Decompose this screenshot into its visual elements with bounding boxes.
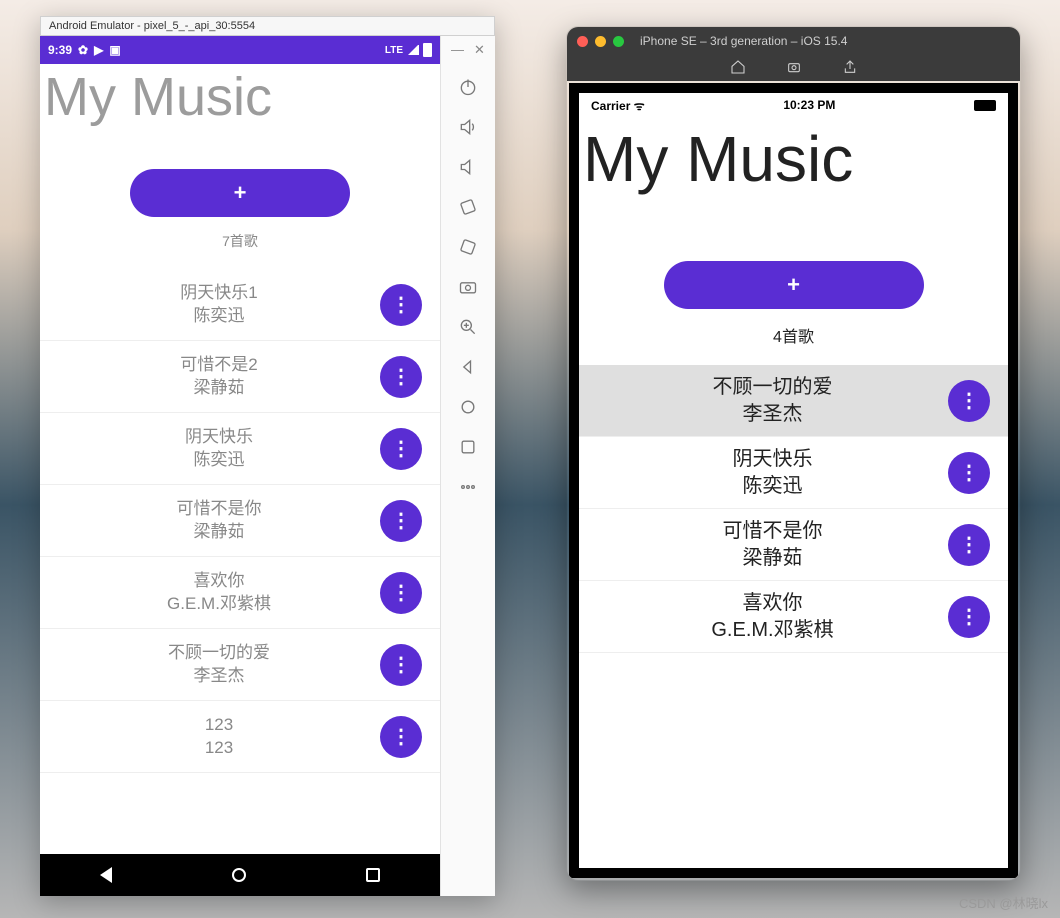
- song-list: 不顾一切的爱李圣杰⋮阴天快乐陈奕迅⋮可惜不是你梁静茹⋮喜欢你G.E.M.邓紫棋⋮: [579, 365, 1008, 868]
- battery-icon: [423, 43, 432, 57]
- song-count-label: 4首歌: [579, 323, 1008, 347]
- song-row[interactable]: 可惜不是你梁静茹⋮: [579, 509, 1008, 581]
- ios-window-titlebar[interactable]: iPhone SE – 3rd generation – iOS 15.4: [567, 27, 1020, 55]
- add-song-button[interactable]: +: [130, 169, 350, 217]
- wifi-icon: ᯤ: [634, 99, 645, 113]
- ios-toolbar: [567, 55, 1020, 81]
- more-icon[interactable]: [447, 468, 489, 506]
- song-row[interactable]: 阴天快乐陈奕迅⋮: [579, 437, 1008, 509]
- song-text: 阴天快乐陈奕迅: [58, 426, 380, 472]
- page-title: My Music: [579, 117, 1008, 191]
- gear-icon: ✿: [78, 43, 88, 57]
- song-text: 可惜不是你梁静茹: [58, 498, 380, 544]
- ios-window-title: iPhone SE – 3rd generation – iOS 15.4: [640, 34, 847, 48]
- android-status-bar: 9:39 ✿ ▶ ▣ LTE: [40, 36, 440, 64]
- traffic-lights[interactable]: [577, 36, 624, 47]
- android-window-title: Android Emulator - pixel_5_-_api_30:5554: [49, 20, 255, 32]
- plus-icon: +: [787, 272, 800, 298]
- close-icon[interactable]: [577, 36, 588, 47]
- status-time: 9:39: [48, 43, 72, 57]
- shield-icon: ▶: [94, 43, 103, 57]
- android-window-titlebar[interactable]: Android Emulator - pixel_5_-_api_30:5554: [40, 16, 495, 36]
- song-text: 不顾一切的爱李圣杰: [58, 642, 380, 688]
- watermark: CSDN @林晓lx: [959, 893, 1048, 912]
- volume-down-icon[interactable]: [447, 148, 489, 186]
- home-icon[interactable]: [730, 59, 746, 78]
- song-row[interactable]: 喜欢你G.E.M.邓紫棋⋮: [579, 581, 1008, 653]
- rotate-right-icon[interactable]: [447, 228, 489, 266]
- maximize-icon[interactable]: [613, 36, 624, 47]
- rotate-left-icon[interactable]: [447, 188, 489, 226]
- volume-up-icon[interactable]: [447, 108, 489, 146]
- window-minimize-button[interactable]: —: [451, 42, 464, 58]
- song-row[interactable]: 不顾一切的爱李圣杰⋮: [40, 629, 440, 701]
- song-list: 阴天快乐1陈奕迅⋮可惜不是2梁静茹⋮阴天快乐陈奕迅⋮可惜不是你梁静茹⋮喜欢你G.…: [40, 269, 440, 854]
- camera-icon[interactable]: [447, 268, 489, 306]
- song-row[interactable]: 123123⋮: [40, 701, 440, 773]
- song-more-button[interactable]: ⋮: [380, 716, 422, 758]
- song-text: 阴天快乐1陈奕迅: [58, 282, 380, 328]
- song-more-button[interactable]: ⋮: [948, 524, 990, 566]
- zoom-in-icon[interactable]: [447, 308, 489, 346]
- song-text: 阴天快乐陈奕迅: [597, 446, 948, 500]
- song-text: 可惜不是2梁静茹: [58, 354, 380, 400]
- page-title: My Music: [40, 64, 440, 124]
- android-phone-frame: 9:39 ✿ ▶ ▣ LTE My Music + 7首: [40, 36, 440, 896]
- song-more-button[interactable]: ⋮: [380, 572, 422, 614]
- share-icon[interactable]: [842, 59, 858, 78]
- song-more-button[interactable]: ⋮: [380, 428, 422, 470]
- nav-recent-button[interactable]: [366, 868, 380, 882]
- song-more-button[interactable]: ⋮: [380, 356, 422, 398]
- signal-icon: [407, 45, 419, 55]
- minimize-icon[interactable]: [595, 36, 606, 47]
- song-row[interactable]: 喜欢你G.E.M.邓紫棋⋮: [40, 557, 440, 629]
- plus-icon: +: [234, 180, 247, 206]
- status-time: 10:23 PM: [645, 98, 974, 112]
- window-close-button[interactable]: ✕: [474, 42, 485, 58]
- song-row[interactable]: 可惜不是你梁静茹⋮: [40, 485, 440, 557]
- android-nav-bar: [40, 854, 440, 896]
- emulator-side-toolbar: — ✕: [440, 36, 495, 896]
- song-text: 喜欢你G.E.M.邓紫棋: [58, 570, 380, 616]
- bug-icon: ▣: [109, 43, 120, 57]
- song-more-button[interactable]: ⋮: [380, 500, 422, 542]
- status-network: LTE: [385, 45, 403, 56]
- song-row[interactable]: 阴天快乐1陈奕迅⋮: [40, 269, 440, 341]
- nav-home-button[interactable]: [232, 868, 246, 882]
- ios-status-bar: Carrier ᯤ 10:23 PM: [579, 93, 1008, 117]
- carrier-label: Carrier: [591, 99, 630, 113]
- android-emulator-window: Android Emulator - pixel_5_-_api_30:5554…: [40, 16, 495, 896]
- power-icon[interactable]: [447, 68, 489, 106]
- song-more-button[interactable]: ⋮: [380, 284, 422, 326]
- back-icon[interactable]: [447, 348, 489, 386]
- screenshot-icon[interactable]: [447, 428, 489, 466]
- ios-phone-frame: Carrier ᯤ 10:23 PM My Music + 4首歌 不顾一切的爱…: [569, 83, 1018, 878]
- song-row[interactable]: 阴天快乐陈奕迅⋮: [40, 413, 440, 485]
- song-text: 不顾一切的爱李圣杰: [597, 374, 948, 428]
- nav-back-button[interactable]: [100, 867, 112, 883]
- ios-simulator-window: iPhone SE – 3rd generation – iOS 15.4 Ca…: [566, 26, 1021, 881]
- song-text: 喜欢你G.E.M.邓紫棋: [597, 590, 948, 644]
- song-more-button[interactable]: ⋮: [948, 380, 990, 422]
- song-text: 123123: [58, 714, 380, 760]
- song-row[interactable]: 可惜不是2梁静茹⋮: [40, 341, 440, 413]
- add-song-button[interactable]: +: [664, 261, 924, 309]
- song-more-button[interactable]: ⋮: [948, 596, 990, 638]
- song-count-label: 7首歌: [40, 231, 440, 251]
- battery-icon: [974, 100, 996, 111]
- overview-icon[interactable]: [447, 388, 489, 426]
- song-row[interactable]: 不顾一切的爱李圣杰⋮: [579, 365, 1008, 437]
- screenshot-icon[interactable]: [786, 59, 802, 78]
- song-more-button[interactable]: ⋮: [380, 644, 422, 686]
- song-more-button[interactable]: ⋮: [948, 452, 990, 494]
- song-text: 可惜不是你梁静茹: [597, 518, 948, 572]
